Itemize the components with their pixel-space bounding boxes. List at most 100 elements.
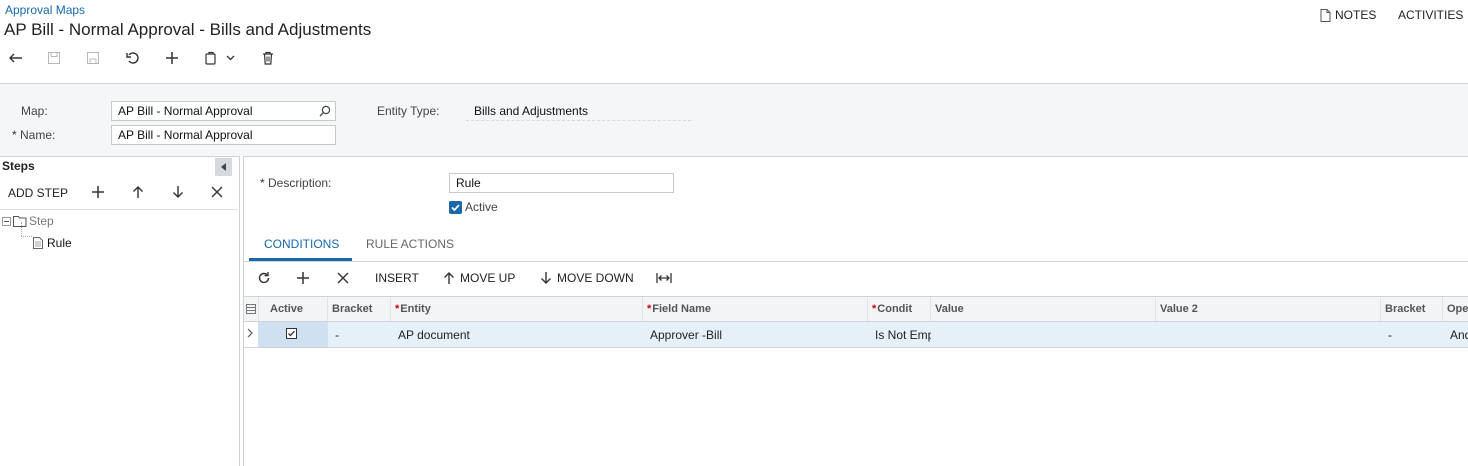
row-active-checkbox[interactable] <box>258 322 328 347</box>
tree-node-step[interactable]: Step <box>2 214 54 228</box>
entity-type-field: Bills and Adjustments <box>466 104 691 121</box>
move-down-button[interactable]: MOVE DOWN <box>540 268 634 288</box>
cell-field-name[interactable]: Approver -Bill <box>643 322 868 347</box>
add-icon <box>91 185 105 199</box>
cancel-button[interactable] <box>122 48 144 68</box>
rule-icon <box>33 237 43 249</box>
description-label-text: Description: <box>268 176 332 190</box>
delete-row-button[interactable] <box>337 268 349 288</box>
tab-rule-actions[interactable]: RULE ACTIONS <box>366 237 454 251</box>
move-step-up-button[interactable] <box>132 185 144 199</box>
column-header-entity[interactable]: *Entity <box>390 297 643 321</box>
insert-button[interactable]: INSERT <box>375 268 419 288</box>
copy-paste-dropdown[interactable] <box>223 48 237 68</box>
cell-bracket[interactable]: - <box>328 322 391 347</box>
cancel-icon <box>125 51 141 65</box>
search-icon[interactable] <box>319 105 331 117</box>
tree-connector <box>21 236 32 237</box>
active-label: Active <box>465 200 498 214</box>
required-mark: * <box>395 303 400 315</box>
save-icon <box>86 51 100 65</box>
undo-button[interactable] <box>4 48 26 68</box>
folder-icon <box>13 215 27 227</box>
cell-value2[interactable] <box>1156 322 1381 347</box>
row-selector[interactable] <box>244 322 258 347</box>
tab-divider <box>244 261 1468 262</box>
name-value: AP Bill - Normal Approval <box>118 128 253 142</box>
activities-button[interactable]: ACTIVITIES <box>1398 8 1463 22</box>
column-header-value2[interactable]: Value 2 <box>1155 297 1381 321</box>
name-field[interactable]: AP Bill - Normal Approval <box>111 125 336 145</box>
map-label: Map: <box>21 104 48 118</box>
required-mark: * <box>260 176 265 190</box>
table-row[interactable]: - AP document Approver -Bill Is Not Emp … <box>244 322 1468 348</box>
refresh-button[interactable] <box>257 268 271 288</box>
document-icon <box>1320 8 1331 22</box>
add-step-button[interactable]: ADD STEP <box>8 186 68 200</box>
add-icon <box>165 51 179 65</box>
undo-icon <box>7 51 23 65</box>
column-header-active[interactable]: Active <box>258 297 328 321</box>
divider <box>0 209 240 210</box>
chevron-down-icon <box>226 55 235 61</box>
column-header-entity-label: Entity <box>400 303 431 315</box>
copy-paste-icon <box>204 51 218 65</box>
description-field[interactable]: Rule <box>449 173 674 193</box>
fit-columns-button[interactable] <box>656 268 672 288</box>
cell-condition[interactable]: Is Not Emp <box>868 322 931 347</box>
add-row-button[interactable] <box>296 268 310 288</box>
notes-button[interactable]: NOTES <box>1320 8 1376 22</box>
save-close-icon <box>47 51 61 65</box>
arrow-up-icon <box>132 185 144 199</box>
move-up-button[interactable]: MOVE UP <box>443 268 515 288</box>
move-step-down-button[interactable] <box>172 185 184 199</box>
delete-icon <box>262 51 274 65</box>
tab-conditions[interactable]: CONDITIONS <box>264 237 339 251</box>
arrow-down-icon <box>540 271 552 285</box>
entity-type-label: Entity Type: <box>377 104 440 118</box>
column-header-value[interactable]: Value <box>930 297 1156 321</box>
save-button[interactable] <box>82 48 104 68</box>
grid-header: Active Bracket *Entity *Field Name *Cond… <box>244 296 1468 322</box>
column-header-operator[interactable]: Ope <box>1442 297 1468 321</box>
activities-label: ACTIVITIES <box>1398 8 1464 22</box>
column-header-bracket2[interactable]: Bracket <box>1380 297 1443 321</box>
steps-title: Steps <box>2 159 35 173</box>
column-header-bracket[interactable]: Bracket <box>327 297 391 321</box>
arrow-up-icon <box>443 271 455 285</box>
collapse-node-icon[interactable] <box>2 216 11 226</box>
column-header-condition[interactable]: *Condit <box>867 297 931 321</box>
column-header-field-name-label: Field Name <box>652 303 711 315</box>
cell-value[interactable] <box>931 322 1156 347</box>
collapse-steps-button[interactable] <box>215 158 232 176</box>
required-mark: * <box>872 303 877 315</box>
delete-step-button[interactable] <box>211 186 223 198</box>
delete-button[interactable] <box>257 48 279 68</box>
required-mark: * <box>647 303 652 315</box>
tree-rule-label: Rule <box>47 236 72 250</box>
breadcrumb-approval-maps[interactable]: Approval Maps <box>5 3 85 17</box>
add-icon <box>296 271 310 285</box>
entity-type-value: Bills and Adjustments <box>474 104 589 118</box>
save-close-button[interactable] <box>43 48 65 68</box>
map-value: AP Bill - Normal Approval <box>118 104 253 118</box>
move-up-label: MOVE UP <box>460 271 516 285</box>
add-rule-button[interactable] <box>91 185 105 199</box>
tree-connector <box>21 222 22 236</box>
column-settings-icon[interactable] <box>244 297 258 321</box>
page-title: AP Bill - Normal Approval - Bills and Ad… <box>4 20 372 39</box>
tree-node-rule[interactable]: Rule <box>33 236 72 250</box>
column-header-field-name[interactable]: *Field Name <box>642 297 868 321</box>
copy-paste-button[interactable] <box>200 48 222 68</box>
cell-entity[interactable]: AP document <box>391 322 643 347</box>
notes-label: NOTES <box>1335 8 1377 22</box>
column-header-condition-label: Condit <box>877 303 913 315</box>
add-new-button[interactable] <box>161 48 183 68</box>
map-selector[interactable]: AP Bill - Normal Approval <box>111 101 336 121</box>
cell-bracket2[interactable]: - <box>1381 322 1443 347</box>
close-icon <box>211 186 223 198</box>
arrow-down-icon <box>172 185 184 199</box>
cell-operator[interactable]: And <box>1443 322 1468 347</box>
active-checkbox[interactable]: Active <box>449 200 498 214</box>
refresh-icon <box>257 271 271 285</box>
